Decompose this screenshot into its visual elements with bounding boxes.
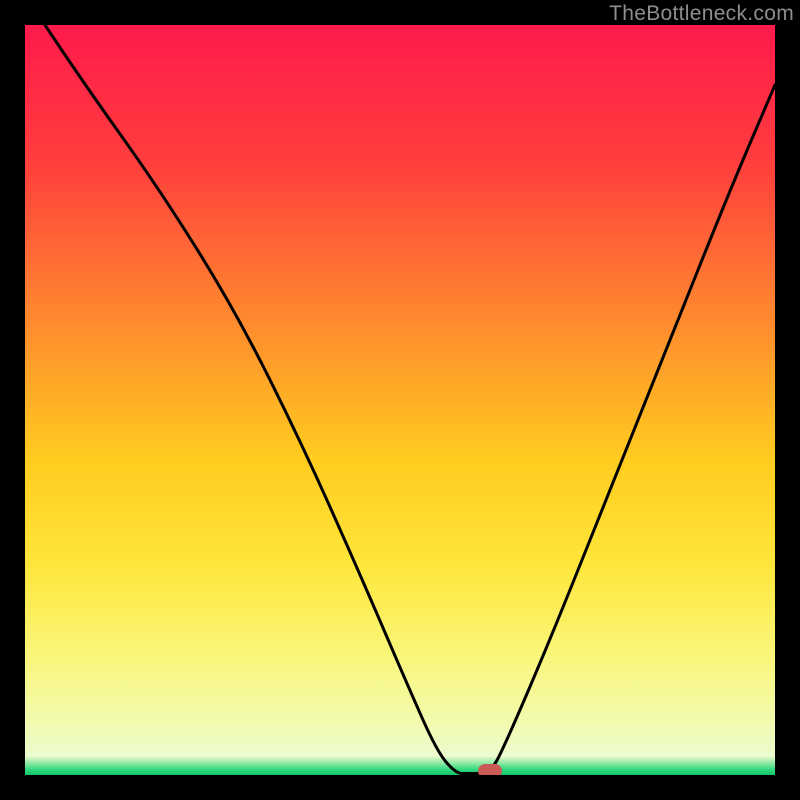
chart-plot-area [25,25,775,775]
chart-curve [25,25,775,775]
bottleneck-curve-path [25,25,775,774]
chart-marker [478,764,502,776]
watermark-text: TheBottleneck.com [609,2,794,26]
chart-stage: TheBottleneck.com [0,0,800,800]
